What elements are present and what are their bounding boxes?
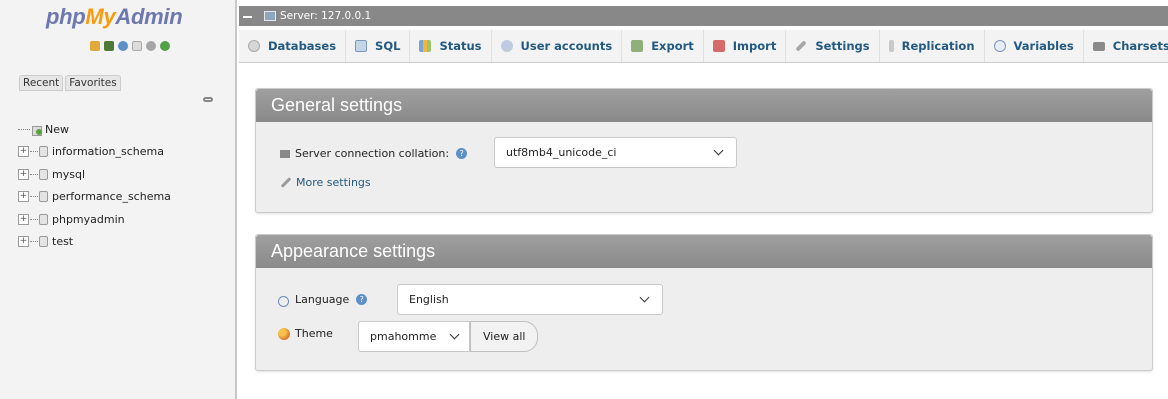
charsets-icon [1092,41,1105,51]
menu-sql[interactable]: SQL [346,30,411,62]
database-icon [39,213,48,225]
expand-icon[interactable]: + [18,236,29,248]
menu-export[interactable]: Export [622,30,704,62]
new-database-icon [31,124,42,136]
wrench-icon [278,175,292,189]
database-icon [39,236,48,248]
users-icon [500,40,513,52]
menu-variables[interactable]: Variables [985,30,1084,62]
chevron-down-icon [449,329,460,340]
chevron-down-icon [713,145,724,156]
language-row: Language ? [278,293,368,307]
server-breadcrumb[interactable]: Server: 127.0.0.1 [280,10,371,22]
menu-charsets[interactable]: Charsets [1084,30,1168,62]
reload-icon[interactable] [160,41,170,51]
collation-row: Server connection collation: ? [280,147,468,160]
panel-title: Appearance settings [256,235,1152,268]
home-icon[interactable] [90,41,100,51]
view-all-themes-button[interactable]: View all [470,321,539,352]
main-menu: Databases SQL Status User accounts Expor… [239,30,1168,63]
tree-item-label: test [52,235,74,249]
theme-select[interactable]: pmahomme [358,321,470,352]
tree-item-mysql[interactable]: + mysql [18,163,171,186]
collation-label: Server connection collation: [295,147,450,160]
tree-item-information-schema[interactable]: + information_schema [18,141,171,164]
menu-status[interactable]: Status [410,30,492,62]
chevron-down-icon [639,292,650,303]
status-icon [419,40,432,52]
docs-icon[interactable] [132,41,142,51]
panel-title: General settings [256,89,1152,122]
database-icon [39,191,48,203]
help-icon[interactable]: ? [356,294,368,305]
database-icon [248,40,260,52]
tree-item-label: New [45,122,69,136]
phpmyadmin-logo[interactable]: phpMyAdmin [46,4,183,30]
import-icon [712,40,725,52]
variables-icon [993,40,1006,52]
menu-databases[interactable]: Databases [239,30,347,62]
expand-icon[interactable]: + [18,168,29,180]
sql-icon [355,40,368,52]
link-icon[interactable] [203,97,213,102]
tree-item-label: phpmyadmin [52,212,125,226]
database-tree: New + information_schema + mysql + perfo… [18,118,171,253]
menu-settings[interactable]: Settings [786,30,880,62]
theme-label: Theme [295,327,333,340]
tree-item-new[interactable]: New [18,118,171,141]
language-icon [278,294,292,307]
help-icon[interactable]: ? [456,148,468,159]
expand-icon[interactable]: + [18,191,29,203]
nav-quick-icons [90,41,170,51]
menu-import[interactable]: Import [704,30,787,62]
server-breadcrumb-bar: Server: 127.0.0.1 [239,6,1168,26]
collation-icon [280,149,290,158]
replication-icon [888,40,894,52]
collapse-icon[interactable] [242,10,254,22]
theme-icon [278,327,290,340]
collation-select[interactable]: utf8mb4_unicode_ci [494,137,737,168]
tab-recent[interactable]: Recent [19,75,64,91]
database-icon [39,146,48,158]
menu-replication[interactable]: Replication [880,30,985,62]
language-select[interactable]: English [397,284,663,315]
menu-user-accounts[interactable]: User accounts [492,30,623,62]
logout-icon[interactable] [104,41,114,51]
tree-item-test[interactable]: + test [18,231,171,254]
navigation-panel: phpMyAdmin Recent Favorites New + inform… [0,0,237,399]
theme-row: Theme [278,327,333,340]
wrench-icon [795,40,808,52]
nav-tabs: Recent Favorites [19,75,123,91]
tab-favorites[interactable]: Favorites [65,75,121,91]
appearance-settings-panel: Appearance settings Language ? English T… [255,234,1153,371]
expand-icon[interactable]: + [18,213,29,225]
help-icon[interactable] [118,41,128,51]
server-icon [264,11,276,21]
general-settings-panel: General settings Server connection colla… [255,88,1153,213]
tree-item-label: information_schema [52,145,164,159]
more-settings-link[interactable]: More settings [278,175,371,189]
tree-item-phpmyadmin[interactable]: + phpmyadmin [18,208,171,231]
tree-item-performance-schema[interactable]: + performance_schema [18,186,171,209]
export-icon [631,40,644,52]
gear-icon[interactable] [146,41,156,51]
tree-item-label: mysql [52,167,85,181]
tree-item-label: performance_schema [52,190,171,204]
language-label: Language [295,293,350,306]
database-icon [39,168,48,180]
expand-icon[interactable]: + [18,146,29,158]
